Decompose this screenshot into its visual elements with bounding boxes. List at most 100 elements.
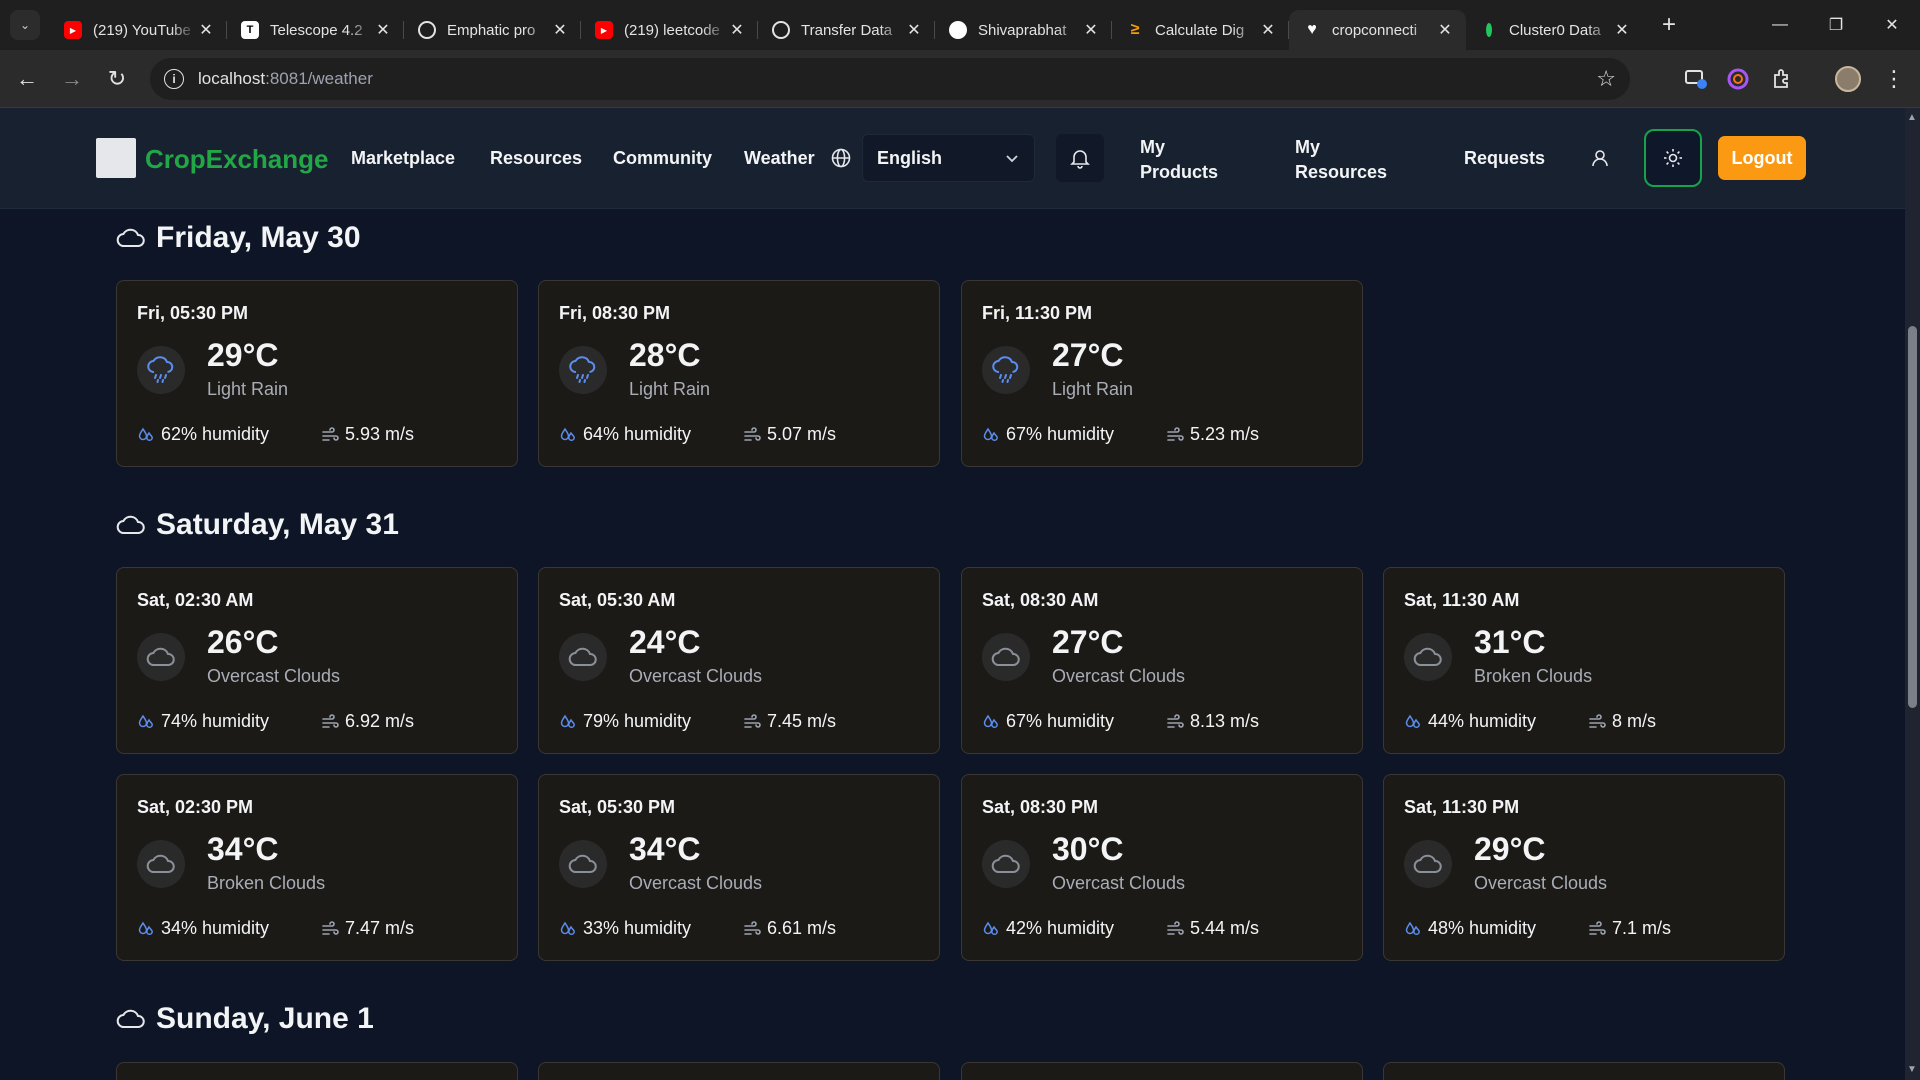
rain-icon [137, 346, 185, 394]
scroll-down-arrow-icon[interactable]: ▼ [1907, 1064, 1917, 1075]
logo-image[interactable] [96, 138, 136, 178]
tab-search-chevron-icon[interactable]: ⌄ [10, 10, 40, 40]
cloud-icon [1404, 840, 1452, 888]
github-icon [949, 21, 967, 39]
humidity-stat: 42% humidity [982, 918, 1114, 939]
user-profile-icon[interactable] [1589, 147, 1611, 169]
bookmark-star-icon[interactable]: ☆ [1596, 66, 1616, 92]
browser-tab[interactable]: Cluster0 Data ✕ [1466, 10, 1643, 50]
forecast-time: Sat, 02:30 PM [137, 797, 254, 817]
tab-title: Cluster0 Data [1509, 21, 1601, 39]
wind-value: 8.13 m/s [1190, 711, 1260, 731]
forward-icon[interactable]: → [54, 61, 90, 97]
forecast-time: Sat, 02:30 AM [137, 590, 254, 610]
nav-marketplace[interactable]: Marketplace [351, 148, 455, 169]
cast-extension-icon[interactable] [1678, 50, 1714, 108]
url-text: localhost:8081/weather [198, 69, 373, 89]
humidity-stat: 64% humidity [559, 424, 691, 445]
nav-community[interactable]: Community [613, 148, 712, 169]
wind-icon [322, 713, 339, 728]
browser-tab[interactable]: ▶ (219) leetcode ✕ [581, 10, 758, 50]
notifications-button[interactable] [1056, 134, 1104, 182]
close-window-icon[interactable]: ✕ [1864, 0, 1920, 50]
theme-toggle-button[interactable] [1644, 129, 1702, 187]
tab-close-icon[interactable]: ✕ [1436, 20, 1454, 40]
forecast-card: Sat, 02:30 AM 26°C Overcast Clouds 74% h… [116, 567, 518, 754]
tab-close-icon[interactable]: ✕ [551, 20, 569, 40]
browser-tab[interactable]: ≥ Calculate Dig ✕ [1112, 10, 1289, 50]
forecast-card: Sat, 02:30 PM 34°C Broken Clouds 34% hum… [116, 774, 518, 961]
browser-tab[interactable]: Transfer Data ✕ [758, 10, 935, 50]
wind-icon [1167, 920, 1184, 935]
droplets-icon [983, 714, 998, 728]
tab-close-icon[interactable]: ✕ [1082, 20, 1100, 40]
humidity-value: 64% humidity [583, 424, 692, 444]
wind-value: 5.44 m/s [1190, 918, 1260, 938]
restore-icon[interactable]: ❐ [1808, 0, 1864, 50]
openai-icon [772, 21, 790, 39]
forecast-temperature: 28°C [629, 337, 701, 373]
cloud-icon [116, 515, 145, 534]
site-info-icon[interactable]: i [164, 69, 184, 89]
brand-name[interactable]: CropExchange [145, 144, 329, 175]
nav-resources[interactable]: Resources [490, 148, 582, 169]
cloud-icon [559, 840, 607, 888]
forecast-time: Sat, 08:30 PM [982, 797, 1099, 817]
wind-stat: 5.93 m/s [321, 424, 414, 445]
tab-close-icon[interactable]: ✕ [1259, 20, 1277, 40]
profile-avatar[interactable] [1830, 50, 1866, 108]
browser-tabstrip: ⌄ ▶ (219) YouTube ✕ T Telescope 4.2 ✕ Em… [0, 0, 1920, 50]
humidity-stat: 67% humidity [982, 711, 1114, 732]
browser-menu-icon[interactable]: ⋮ [1876, 50, 1912, 108]
forecast-temperature: 27°C [1052, 624, 1124, 660]
tab-close-icon[interactable]: ✕ [374, 20, 392, 40]
nav-my-products[interactable]: My Products [1140, 135, 1230, 185]
page-scrollbar[interactable]: ▲ ▼ [1905, 108, 1920, 1080]
scroll-up-arrow-icon[interactable]: ▲ [1907, 112, 1917, 123]
forecast-time: Fri, 05:30 PM [137, 303, 249, 323]
openai-icon [418, 21, 436, 39]
humidity-value: 42% humidity [1006, 918, 1115, 938]
browser-tab[interactable]: T Telescope 4.2 ✕ [227, 10, 404, 50]
tab-title: Transfer Data [801, 21, 893, 39]
back-icon[interactable]: ← [9, 61, 45, 97]
address-bar[interactable]: i localhost:8081/weather ☆ [150, 58, 1630, 100]
browser-tab-active[interactable]: ♥ cropconnecti ✕ [1289, 10, 1466, 50]
logout-button[interactable]: Logout [1718, 136, 1806, 180]
browser-tab[interactable]: ▶ (219) YouTube ✕ [50, 10, 227, 50]
day-title-text: Sunday, June 1 [156, 1002, 374, 1035]
nav-my-resources[interactable]: My Resources [1295, 135, 1395, 185]
droplets-icon [983, 921, 998, 935]
scrollbar-thumb[interactable] [1908, 326, 1917, 708]
tab-close-icon[interactable]: ✕ [197, 20, 215, 40]
tab-title: cropconnecti [1332, 21, 1418, 39]
droplets-icon [1405, 921, 1420, 935]
forecast-card: Sat, 11:30 PM 29°C Overcast Clouds 48% h… [1383, 774, 1785, 961]
humidity-value: 33% humidity [583, 918, 692, 938]
color-picker-extension-icon[interactable] [1720, 50, 1756, 108]
tab-close-icon[interactable]: ✕ [905, 20, 923, 40]
forecast-condition: Light Rain [207, 379, 289, 399]
new-tab-button[interactable]: + [1651, 7, 1687, 43]
tab-close-icon[interactable]: ✕ [1613, 20, 1631, 40]
wind-value: 7.1 m/s [1612, 918, 1672, 938]
minimize-icon[interactable]: — [1752, 0, 1808, 50]
tab-close-icon[interactable]: ✕ [728, 20, 746, 40]
browser-tab[interactable]: Shivaprabhat ✕ [935, 10, 1112, 50]
nav-my-products-label: My Products [1140, 137, 1219, 182]
humidity-stat: 48% humidity [1404, 918, 1536, 939]
forecast-card: Sat, 08:30 AM 27°C Overcast Clouds 67% h… [961, 567, 1363, 754]
nav-weather[interactable]: Weather [744, 148, 815, 169]
window-controls: — ❐ ✕ [1752, 0, 1920, 50]
wind-stat: 5.07 m/s [743, 424, 836, 445]
nav-requests[interactable]: Requests [1464, 148, 1545, 169]
humidity-value: 44% humidity [1428, 711, 1537, 731]
extensions-puzzle-icon[interactable] [1764, 50, 1800, 108]
forecast-time: Sat, 08:30 AM [982, 590, 1099, 610]
day-heading: Friday, May 30 [116, 221, 361, 255]
humidity-value: 48% humidity [1428, 918, 1537, 938]
browser-tab[interactable]: Emphatic pro ✕ [404, 10, 581, 50]
reload-icon[interactable]: ↻ [99, 61, 135, 97]
forecast-time: Sat, 11:30 PM [1404, 797, 1520, 817]
language-select[interactable]: English [862, 134, 1035, 182]
